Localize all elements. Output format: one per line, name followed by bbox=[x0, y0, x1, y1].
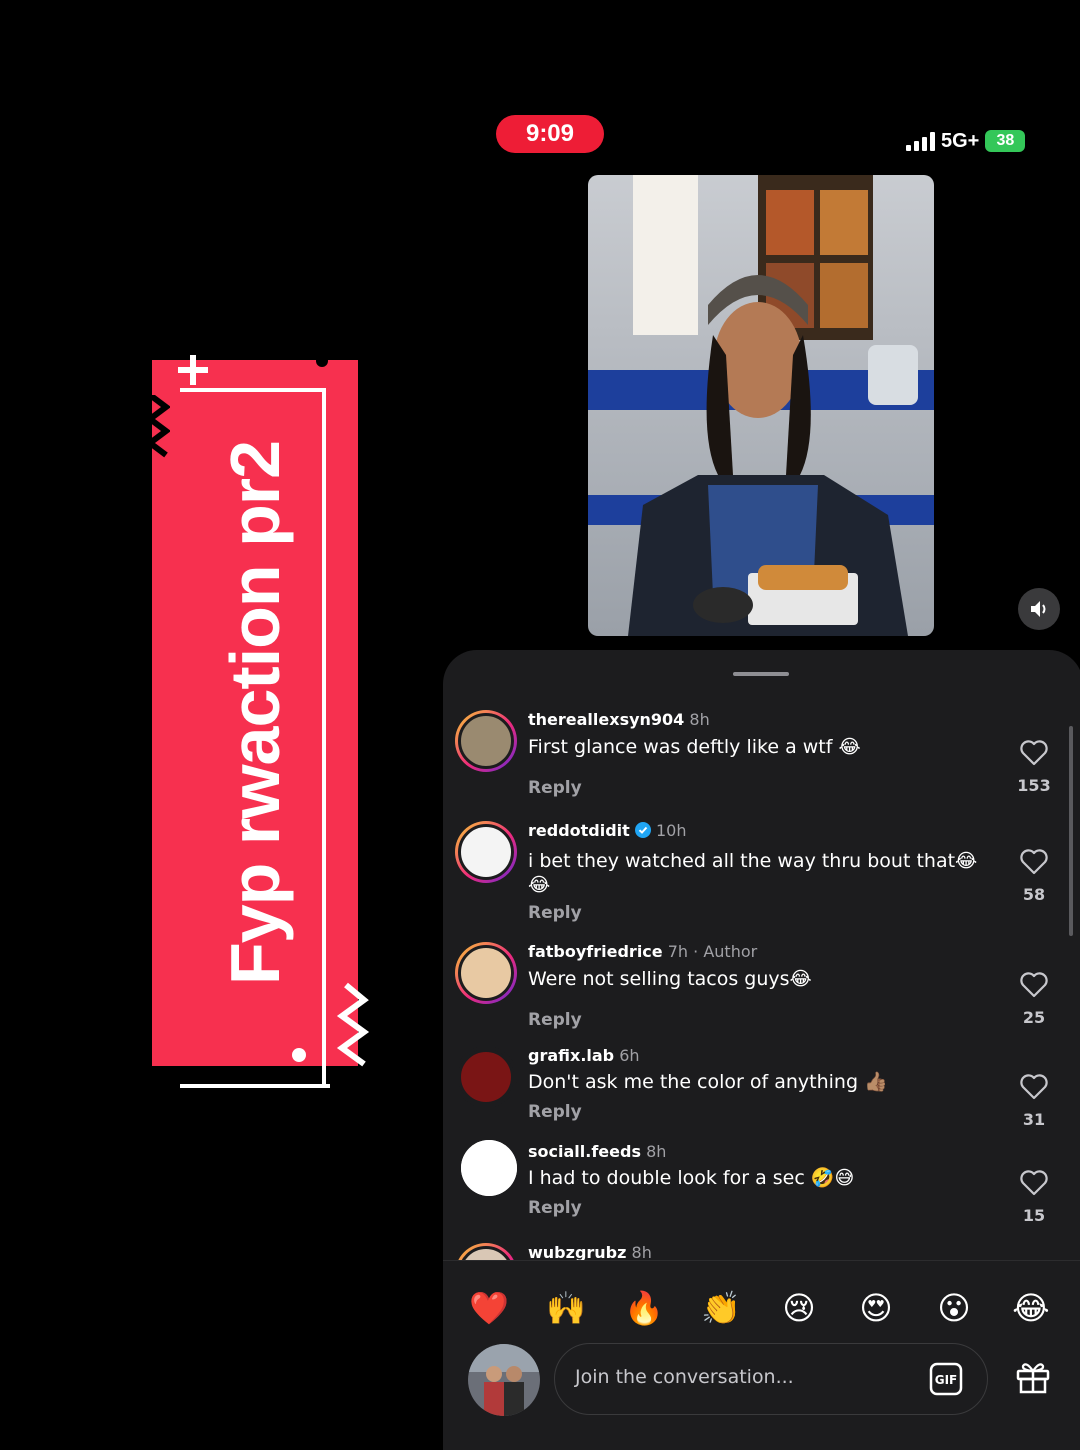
reaction-cry[interactable]: 😢 bbox=[779, 1289, 819, 1327]
video-frame bbox=[588, 175, 934, 636]
avatar[interactable] bbox=[455, 942, 517, 1004]
heart-icon bbox=[1020, 1170, 1048, 1196]
comment-age: 8h bbox=[689, 710, 710, 729]
like-button[interactable]: 58 bbox=[1009, 849, 1059, 904]
comments-sheet[interactable]: thereallexsyn904 8h First glance was def… bbox=[443, 650, 1080, 1450]
zigzag-decoration bbox=[150, 395, 170, 458]
reaction-laugh[interactable]: 😂 bbox=[1011, 1289, 1051, 1327]
reply-button[interactable]: Reply bbox=[528, 1010, 582, 1030]
like-button[interactable]: 15 bbox=[1009, 1170, 1059, 1225]
like-count: 153 bbox=[1017, 776, 1051, 795]
comment-age: 6h bbox=[619, 1046, 640, 1065]
like-count: 25 bbox=[1022, 1008, 1046, 1027]
scrollbar[interactable] bbox=[1069, 726, 1073, 936]
like-button[interactable]: 31 bbox=[1009, 1074, 1059, 1129]
dot-decoration bbox=[292, 1048, 306, 1062]
verified-badge-icon bbox=[634, 822, 651, 838]
like-count: 58 bbox=[1022, 885, 1046, 904]
comment-username[interactable]: reddotdidit bbox=[528, 821, 630, 840]
avatar[interactable] bbox=[455, 821, 517, 883]
like-count: 15 bbox=[1022, 1206, 1046, 1225]
comment-username[interactable]: grafix.lab bbox=[528, 1046, 614, 1065]
avatar[interactable] bbox=[455, 710, 517, 772]
reply-button[interactable]: Reply bbox=[528, 1102, 582, 1122]
signal-icon bbox=[906, 131, 935, 151]
like-button[interactable]: 153 bbox=[1009, 740, 1059, 795]
comment-username[interactable]: thereallexsyn904 bbox=[528, 710, 684, 729]
heart-icon bbox=[1020, 1074, 1048, 1100]
gif-icon[interactable]: GIF bbox=[929, 1362, 963, 1396]
comment-text: i bet they watched all the way thru bout… bbox=[528, 850, 978, 896]
reaction-heart[interactable]: ❤️ bbox=[469, 1289, 509, 1327]
avatar[interactable] bbox=[461, 1140, 517, 1196]
reaction-heart-eyes[interactable]: 😍 bbox=[856, 1289, 896, 1327]
like-button[interactable]: 25 bbox=[1009, 972, 1059, 1027]
video-player[interactable] bbox=[588, 175, 934, 636]
quick-reactions-bar: ❤️ 🙌 🔥 👏 😢 😍 😮 😂 bbox=[443, 1260, 1080, 1341]
comment-username[interactable]: fatboyfriedrice bbox=[528, 942, 663, 961]
comment-text: I had to double look for a sec 🤣😅 bbox=[528, 1167, 855, 1189]
heart-icon bbox=[1020, 740, 1048, 766]
comment-age: 10h bbox=[656, 821, 687, 840]
status-indicators: 5G+ 38 bbox=[906, 128, 1026, 154]
author-tag: · Author bbox=[693, 942, 758, 961]
status-time: 9:09 bbox=[496, 115, 604, 153]
gift-icon[interactable] bbox=[1014, 1357, 1052, 1395]
my-avatar[interactable] bbox=[468, 1344, 540, 1416]
heart-icon bbox=[1020, 849, 1048, 875]
battery-icon: 38 bbox=[985, 130, 1026, 152]
reply-button[interactable]: Reply bbox=[528, 903, 582, 923]
comment-composer: Join the conversation... GIF bbox=[443, 1340, 1080, 1450]
reply-button[interactable]: Reply bbox=[528, 1198, 582, 1218]
sound-toggle-button[interactable] bbox=[1018, 588, 1060, 630]
reaction-surprised[interactable]: 😮 bbox=[934, 1289, 974, 1327]
reaction-clap[interactable]: 👏 bbox=[701, 1289, 741, 1327]
svg-text:GIF: GIF bbox=[935, 1373, 958, 1387]
zigzag-decoration bbox=[336, 982, 370, 1067]
comment-username[interactable]: sociall.feeds bbox=[528, 1142, 641, 1161]
comment-text: First glance was deftly like a wtf 😂 bbox=[528, 736, 861, 758]
sticker-title: Fyp rwaction pr2 bbox=[216, 440, 294, 986]
title-sticker: Fyp rwaction pr2 bbox=[150, 355, 370, 1100]
speaker-icon bbox=[1031, 601, 1046, 617]
comment-age: 8h bbox=[646, 1142, 667, 1161]
comment-age: 7h bbox=[667, 942, 689, 961]
comment-text: Don't ask me the color of anything 👍🏽 bbox=[528, 1071, 888, 1093]
avatar[interactable] bbox=[455, 1046, 517, 1108]
comment-text: Were not selling tacos guys😂 bbox=[528, 968, 812, 990]
network-type: 5G+ bbox=[941, 129, 980, 152]
comment-input-placeholder: Join the conversation... bbox=[575, 1366, 794, 1388]
like-count: 31 bbox=[1022, 1110, 1046, 1129]
reaction-raised-hands[interactable]: 🙌 bbox=[546, 1289, 586, 1327]
sheet-drag-handle[interactable] bbox=[733, 672, 789, 676]
comment-input[interactable]: Join the conversation... GIF bbox=[554, 1343, 988, 1415]
reply-button[interactable]: Reply bbox=[528, 778, 582, 798]
reaction-fire[interactable]: 🔥 bbox=[624, 1289, 664, 1327]
heart-icon bbox=[1020, 972, 1048, 998]
